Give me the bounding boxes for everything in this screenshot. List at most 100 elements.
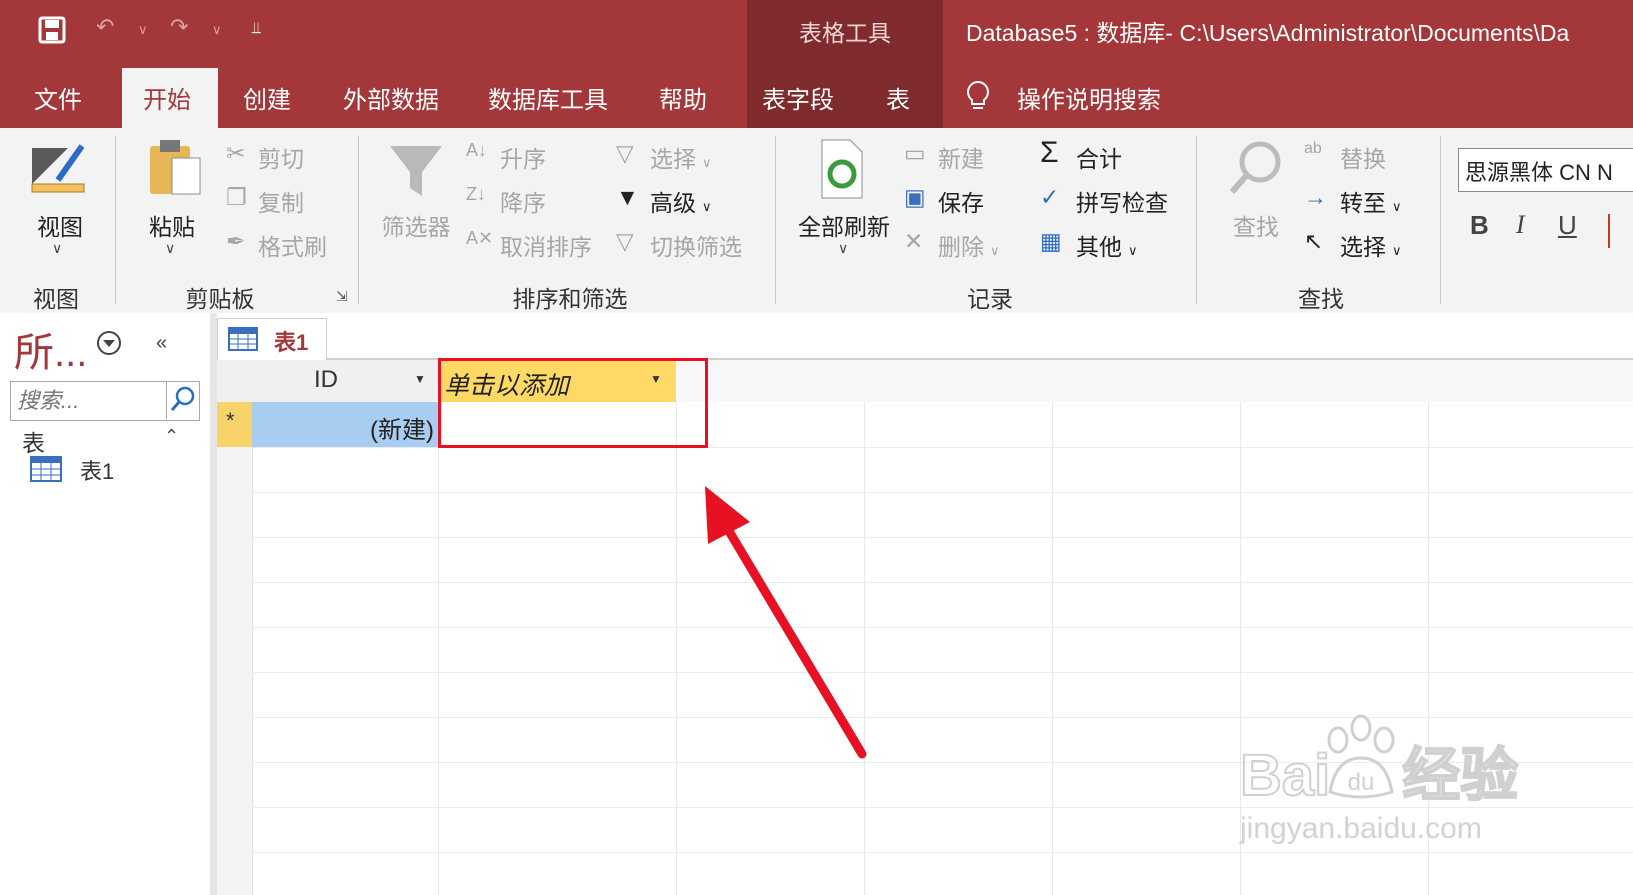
group-label-records: 记录 (967, 286, 1013, 312)
toggle-filter-icon[interactable]: ▽ (616, 228, 634, 255)
grid-row-line (252, 492, 1633, 493)
italic-button[interactable]: I (1516, 210, 1525, 240)
delete-icon[interactable]: ✕ (904, 228, 923, 255)
sort-descending-button[interactable]: 降序 (500, 184, 546, 218)
cut-button[interactable]: 剪切 (258, 140, 304, 174)
view-chevron-down-icon[interactable]: ∨ (52, 240, 62, 257)
column-header-id[interactable]: ID ▼ (252, 360, 439, 402)
find-icon[interactable] (1228, 140, 1284, 201)
dialog-launcher-icon[interactable]: ⇲ (336, 288, 348, 305)
view-button-icon[interactable] (28, 140, 88, 203)
undo-icon[interactable]: ↶ (96, 14, 114, 40)
advanced-filter-button[interactable]: 高级 ∨ (650, 184, 712, 218)
tab-help[interactable]: 帮助 (659, 80, 707, 115)
sort-ascending-icon[interactable]: A↓ (466, 140, 487, 161)
lightbulb-icon[interactable] (965, 80, 991, 117)
column-dropdown-icon[interactable]: ▼ (414, 372, 426, 386)
context-tab-title: 表格工具 (799, 20, 891, 46)
advanced-filter-icon[interactable]: ▼ (616, 184, 639, 211)
section-collapse-icon[interactable]: ⌃ (164, 426, 179, 447)
goto-arrow-icon[interactable]: → (1304, 184, 1327, 211)
tab-home[interactable]: 开始 (143, 80, 191, 115)
spelling-button[interactable]: 拼写检查 (1076, 184, 1168, 218)
select-button[interactable]: 选择 ∨ (1340, 228, 1402, 262)
totals-icon[interactable]: Σ (1040, 136, 1059, 170)
replace-icon[interactable]: ab (1304, 140, 1322, 158)
format-painter-icon[interactable]: ✒ (226, 228, 245, 255)
tab-table[interactable]: 表 (886, 80, 910, 115)
table-icon (30, 456, 62, 482)
toggle-filter-button[interactable]: 切换筛选 (650, 228, 742, 262)
nav-item-label: 表1 (80, 459, 115, 484)
grid-row-line (252, 852, 1633, 853)
new-record-id-cell[interactable]: (新建) (252, 402, 438, 447)
grid-row-line (252, 717, 1633, 718)
new-record-icon[interactable]: ▭ (904, 140, 926, 167)
font-color-icon[interactable] (1608, 214, 1610, 248)
tab-external-data[interactable]: 外部数据 (343, 80, 439, 115)
redo-icon[interactable]: ↷ (170, 14, 188, 40)
nav-search-input[interactable] (11, 382, 173, 420)
filter-button[interactable]: 筛选器 (380, 208, 452, 242)
nav-pane-title[interactable]: 所... (14, 320, 87, 378)
underline-button[interactable]: U (1558, 210, 1577, 241)
goto-button[interactable]: 转至 ∨ (1340, 184, 1402, 218)
nav-item-table1[interactable]: 表1 (30, 452, 190, 486)
group-label-sort-filter: 排序和筛选 (512, 286, 628, 312)
tell-me-search[interactable]: 操作说明搜索 (1017, 80, 1161, 115)
view-button[interactable]: 视图 (30, 208, 90, 242)
find-button[interactable]: 查找 (1226, 208, 1286, 242)
font-name-value: 思源黑体 CN N (1465, 160, 1613, 185)
more-icon[interactable]: ▦ (1040, 228, 1062, 255)
remove-sort-button[interactable]: 取消排序 (500, 228, 592, 262)
document-tab-table1[interactable]: 表1 (217, 318, 327, 361)
filter-icon[interactable] (388, 142, 444, 207)
paste-button[interactable]: 粘贴 (142, 208, 202, 242)
nav-dropdown-icon[interactable] (96, 330, 122, 361)
record-selector-column (217, 447, 253, 895)
remove-sort-icon[interactable]: A✕ (466, 228, 493, 249)
sort-descending-icon[interactable]: Z↓ (466, 184, 486, 205)
replace-button[interactable]: 替换 (1340, 140, 1386, 174)
save-record-button[interactable]: 保存 (938, 184, 984, 218)
grid-row-line (252, 627, 1633, 628)
save-icon[interactable] (38, 16, 66, 44)
refresh-all-icon[interactable] (818, 138, 866, 205)
customize-qat-icon[interactable]: ⫫ (252, 20, 261, 38)
more-button[interactable]: 其他 ∨ (1076, 228, 1138, 262)
bold-button[interactable]: B (1470, 210, 1489, 241)
tab-create[interactable]: 创建 (243, 80, 291, 115)
totals-button[interactable]: 合计 (1076, 140, 1122, 174)
paste-chevron-down-icon[interactable]: ∨ (165, 240, 175, 257)
paw-logo-icon: du (1327, 714, 1395, 799)
font-name-box[interactable]: 思源黑体 CN N (1458, 148, 1633, 192)
watermark-url: jingyan.baidu.com (1240, 812, 1482, 845)
tab-table-fields[interactable]: 表字段 (762, 80, 834, 115)
group-label-clipboard: 剪贴板 (185, 286, 255, 312)
sort-ascending-button[interactable]: 升序 (500, 140, 546, 174)
format-painter-button[interactable]: 格式刷 (258, 228, 327, 262)
group-separator (775, 136, 776, 304)
refresh-all-button[interactable]: 全部刷新 (794, 208, 894, 242)
select-all-corner[interactable] (217, 360, 253, 402)
delete-button[interactable]: 删除 ∨ (938, 228, 1000, 262)
selection-filter-button[interactable]: 选择 ∨ (650, 140, 712, 174)
selection-filter-icon[interactable]: ▽ (616, 140, 634, 167)
paste-icon[interactable] (146, 136, 206, 205)
cut-icon[interactable]: ✂ (226, 140, 245, 167)
new-record-selector[interactable]: * (217, 402, 252, 447)
refresh-chevron-down-icon[interactable]: ∨ (838, 240, 848, 257)
new-record-button[interactable]: 新建 (938, 140, 984, 174)
tab-database-tools[interactable]: 数据库工具 (488, 80, 608, 115)
search-icon[interactable] (166, 381, 199, 419)
group-label-find: 查找 (1298, 286, 1344, 312)
collapse-pane-icon[interactable]: « (156, 332, 167, 355)
undo-dropdown-icon[interactable]: ∨ (138, 22, 148, 38)
copy-icon[interactable]: ❐ (226, 184, 247, 211)
select-cursor-icon[interactable]: ↖ (1304, 228, 1323, 255)
redo-dropdown-icon[interactable]: ∨ (212, 22, 222, 38)
copy-button[interactable]: 复制 (258, 184, 304, 218)
tab-file[interactable]: 文件 (34, 80, 82, 115)
spelling-icon[interactable]: ✓ (1040, 184, 1059, 211)
save-record-icon[interactable]: ▣ (904, 184, 926, 211)
